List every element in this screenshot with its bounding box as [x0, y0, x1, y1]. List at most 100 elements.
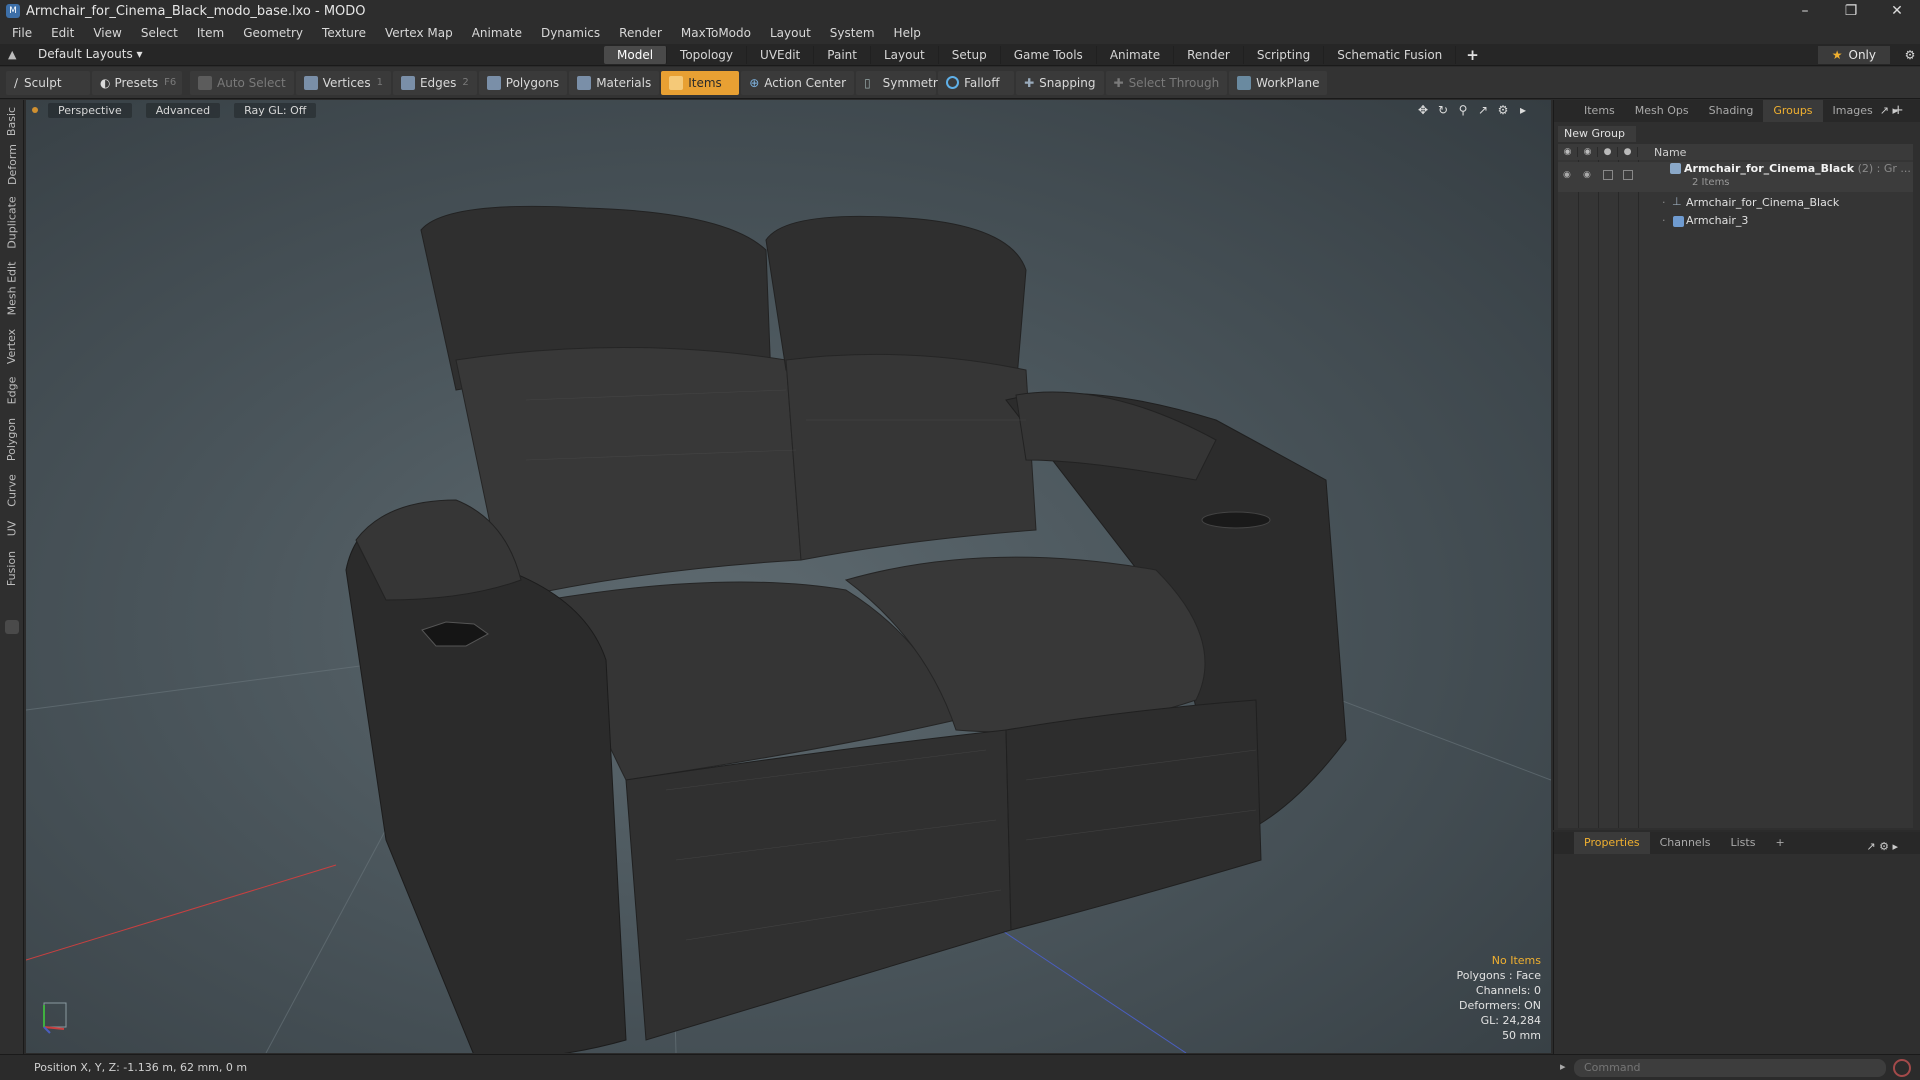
tab-topology[interactable]: Topology [667, 46, 748, 64]
select-checkbox[interactable] [1623, 170, 1633, 180]
menu-render[interactable]: Render [619, 26, 662, 40]
menu-select[interactable]: Select [141, 26, 178, 40]
list-item[interactable]: · ⊥ Armchair_for_Cinema_Black [1558, 195, 1913, 211]
eye-icon[interactable]: ◉ [1563, 170, 1575, 180]
locator-icon: ⊥ [1672, 195, 1682, 208]
items-button[interactable]: Items [661, 70, 740, 95]
tab-items[interactable]: Items [1574, 100, 1625, 122]
tooltab-mesh-edit[interactable]: Mesh Edit [1, 258, 23, 318]
add-tab-button[interactable]: + [1456, 46, 1489, 64]
falloff-button[interactable]: Falloff [938, 70, 1015, 95]
menu-view[interactable]: View [93, 26, 121, 40]
workplane-button[interactable]: WorkPlane [1229, 70, 1328, 95]
only-button[interactable]: ★ Only [1817, 46, 1890, 64]
properties-options-icon[interactable]: ↗ ⚙ ▸ [1856, 836, 1908, 858]
symmetry-button[interactable]: ▯ Symmetry [856, 70, 945, 95]
render-column-icon[interactable]: ◉ [1578, 147, 1598, 157]
menu-maxtomodo[interactable]: MaxToModo [681, 26, 751, 40]
render-toggle-icon[interactable]: ◉ [1583, 170, 1595, 180]
tooltab-toggle-icon[interactable] [5, 620, 19, 634]
shading-mode-button[interactable]: Advanced [145, 102, 221, 118]
tab-properties[interactable]: Properties [1574, 832, 1650, 854]
viewport-expand-icon[interactable]: ▸ [1513, 103, 1533, 117]
3d-viewport[interactable]: Perspective Advanced Ray GL: Off ✥ ↻ ⚲ ↗… [26, 100, 1551, 1053]
lock-checkbox[interactable] [1603, 170, 1613, 180]
tab-model[interactable]: Model [604, 46, 668, 64]
menu-system[interactable]: System [830, 26, 875, 40]
group-row[interactable]: ◉ ◉ Armchair_for_Cinema_Black (2) : Gr .… [1558, 162, 1913, 192]
snapping-button[interactable]: ✚ Snapping [1016, 70, 1104, 95]
auto-select-button[interactable]: Auto Select [190, 70, 294, 95]
menu-dynamics[interactable]: Dynamics [541, 26, 600, 40]
tooltab-curve[interactable]: Curve [1, 470, 23, 510]
gear-icon[interactable]: ⚙ [1900, 46, 1920, 64]
stop-icon[interactable] [1893, 1059, 1911, 1077]
command-input[interactable] [1574, 1059, 1886, 1077]
menu-layout[interactable]: Layout [770, 26, 811, 40]
tooltab-polygon[interactable]: Polygon [1, 412, 23, 466]
tooltab-edge[interactable]: Edge [1, 372, 23, 408]
zoom-icon[interactable]: ⚲ [1453, 103, 1473, 117]
menu-help[interactable]: Help [894, 26, 921, 40]
viewport-info: No Items Polygons : Face Channels: 0 Def… [1456, 953, 1541, 1043]
tab-groups[interactable]: Groups [1763, 100, 1823, 122]
view-type-button[interactable]: Perspective [48, 102, 132, 118]
tab-layout[interactable]: Layout [871, 46, 939, 64]
new-group-button[interactable]: New Group [1558, 126, 1636, 142]
tab-uvedit[interactable]: UVEdit [747, 46, 815, 64]
list-item[interactable]: · Armchair_3 [1558, 213, 1913, 229]
tab-game-tools[interactable]: Game Tools [1001, 46, 1097, 64]
menu-file[interactable]: File [12, 26, 32, 40]
edges-button[interactable]: Edges 2 [392, 70, 477, 95]
tab-animate[interactable]: Animate [1097, 46, 1175, 64]
action-center-button[interactable]: ⊕ Action Center [741, 70, 855, 95]
polygons-button[interactable]: Polygons [478, 70, 568, 95]
select-through-button[interactable]: ✚ Select Through [1105, 70, 1228, 95]
menu-edit[interactable]: Edit [51, 26, 74, 40]
menu-vertex-map[interactable]: Vertex Map [385, 26, 453, 40]
tooltab-deform[interactable]: Deform [1, 142, 23, 186]
tab-render[interactable]: Render [1174, 46, 1244, 64]
tab-lists[interactable]: Lists [1721, 832, 1766, 854]
tooltab-fusion[interactable]: Fusion [1, 546, 23, 590]
tooltab-vertex[interactable]: Vertex [1, 324, 23, 368]
command-history-icon[interactable]: ▸ [1560, 1060, 1566, 1073]
minimize-button[interactable]: – [1782, 0, 1828, 22]
viewport-menu-icon[interactable] [32, 107, 38, 113]
tooltab-duplicate[interactable]: Duplicate [1, 192, 23, 252]
rotate-icon[interactable]: ↻ [1433, 103, 1453, 117]
expand-panel-icon[interactable]: ↗ ▸ [1870, 100, 1908, 122]
presets-button[interactable]: ◐ Presets F6 [92, 70, 182, 95]
tab-scripting[interactable]: Scripting [1244, 46, 1325, 64]
tab-setup[interactable]: Setup [939, 46, 1001, 64]
menu-geometry[interactable]: Geometry [243, 26, 303, 40]
maximize-button[interactable]: ❐ [1828, 0, 1874, 22]
lock-column-icon[interactable]: ● [1598, 147, 1618, 157]
fit-icon[interactable]: ↗ [1473, 103, 1493, 117]
tab-schematic-fusion[interactable]: Schematic Fusion [1324, 46, 1457, 64]
vertices-button[interactable]: Vertices 1 [295, 70, 391, 95]
viewport-settings-icon[interactable]: ⚙ [1493, 103, 1513, 117]
raygl-button[interactable]: Ray GL: Off [234, 102, 317, 118]
close-button[interactable]: ✕ [1874, 0, 1920, 22]
mesh-icon [1673, 216, 1684, 227]
tab-paint[interactable]: Paint [814, 46, 871, 64]
tooltab-uv[interactable]: UV [1, 514, 23, 542]
materials-button[interactable]: Materials [569, 70, 660, 95]
layout-menu-icon[interactable]: ▲ [8, 48, 22, 61]
tab-shading[interactable]: Shading [1699, 100, 1764, 122]
menu-texture[interactable]: Texture [322, 26, 366, 40]
layout-select[interactable]: Default Layouts ▾ [38, 47, 143, 61]
tab-mesh-ops[interactable]: Mesh Ops [1625, 100, 1699, 122]
sculpt-button[interactable]: ∕ Sculpt [6, 70, 90, 95]
select-column-icon[interactable]: ● [1618, 147, 1638, 157]
workplane-label: WorkPlane [1256, 75, 1320, 90]
tooltab-basic[interactable]: Basic [1, 104, 23, 138]
add-properties-tab-button[interactable]: + [1765, 832, 1794, 854]
menu-animate[interactable]: Animate [472, 26, 522, 40]
visibility-column-icon[interactable]: ◉ [1558, 147, 1578, 157]
tab-channels[interactable]: Channels [1650, 832, 1721, 854]
menu-item[interactable]: Item [197, 26, 224, 40]
pan-icon[interactable]: ✥ [1413, 103, 1433, 117]
properties-panel: Properties Channels Lists + ↗ ⚙ ▸ [1553, 832, 1920, 1054]
